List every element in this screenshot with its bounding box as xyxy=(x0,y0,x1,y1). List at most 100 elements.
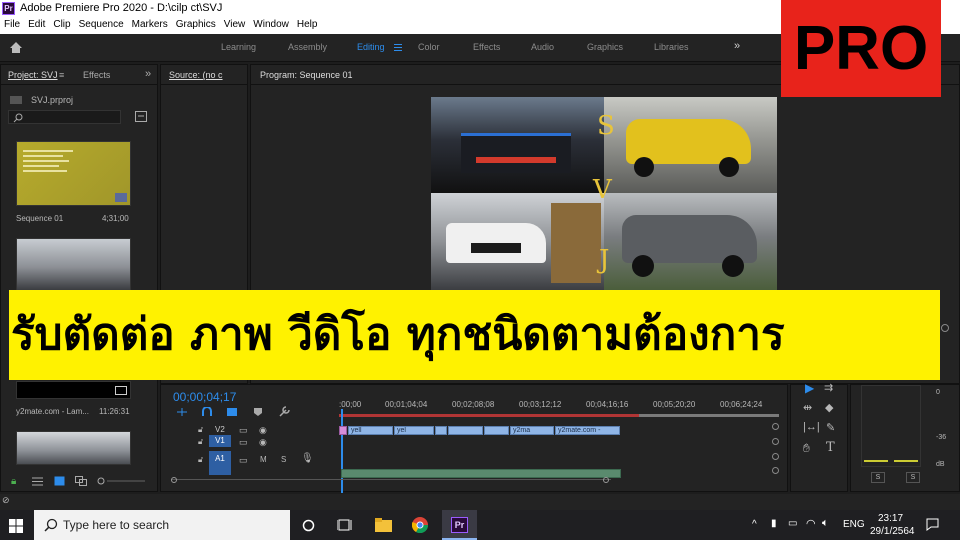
track-select-tool-icon[interactable]: ⇉ xyxy=(824,381,833,394)
menu-file[interactable]: File xyxy=(0,18,24,32)
toggle-sync-icon[interactable]: ▭ xyxy=(239,425,248,436)
wrench-icon[interactable] xyxy=(278,406,290,418)
project-search-input[interactable] xyxy=(8,110,121,124)
chevron-right-icon[interactable]: » xyxy=(145,68,151,80)
lock-icon[interactable]: 🔒︎ xyxy=(11,476,16,487)
language-indicator[interactable]: ENG xyxy=(843,519,865,530)
list-view-icon[interactable] xyxy=(32,477,43,486)
eye-icon[interactable]: ◉ xyxy=(259,425,267,436)
v1-clip[interactable] xyxy=(435,426,447,435)
workspace-learning[interactable]: Learning xyxy=(221,42,256,52)
wifi-icon[interactable]: ◠ xyxy=(806,517,816,530)
tab-effects[interactable]: Effects xyxy=(83,70,110,80)
solo-button[interactable]: S xyxy=(281,455,286,464)
v1-clip[interactable]: yell xyxy=(348,426,393,435)
solo-right-button[interactable]: S xyxy=(906,472,920,483)
hand-tool-icon[interactable]: ✋︎ xyxy=(803,441,810,456)
freeform-view-icon[interactable] xyxy=(75,476,87,486)
menu-clip[interactable]: Clip xyxy=(49,18,74,32)
linked-selection-icon[interactable] xyxy=(226,407,238,417)
tab-program[interactable]: Program: Sequence 01 xyxy=(260,70,353,80)
sequence-thumbnail[interactable] xyxy=(16,141,131,206)
clock-date[interactable]: 29/1/2564 xyxy=(870,526,915,537)
icon-view-icon[interactable] xyxy=(54,476,65,486)
track-label-v2[interactable]: V2 xyxy=(215,425,225,434)
windows-start-icon[interactable] xyxy=(9,519,23,533)
eye-icon[interactable]: ◉ xyxy=(259,437,267,448)
track-label-v1[interactable]: V1 xyxy=(209,435,231,447)
v1-clip[interactable]: y2mate.com - xyxy=(555,426,620,435)
v1-clip[interactable] xyxy=(339,426,347,435)
toggle-sync-icon[interactable]: ▭ xyxy=(239,437,248,448)
snap-icon[interactable] xyxy=(201,407,213,417)
home-icon[interactable] xyxy=(9,41,23,54)
toggle-sync-icon[interactable]: ▭ xyxy=(239,455,248,466)
workspace-libraries[interactable]: Libraries xyxy=(654,42,689,52)
a1-clip[interactable] xyxy=(341,469,621,478)
v1-clip[interactable] xyxy=(448,426,483,435)
track-height-handle[interactable] xyxy=(772,423,779,430)
workspace-editing[interactable]: Editing xyxy=(357,42,385,52)
marker-icon[interactable] xyxy=(253,407,263,417)
program-monitor[interactable]: S V J xyxy=(431,97,777,290)
slip-tool-icon[interactable]: |↔| xyxy=(803,421,820,433)
nest-icon[interactable] xyxy=(176,407,188,417)
workspace-audio[interactable]: Audio xyxy=(531,42,554,52)
clip-thumbnail[interactable] xyxy=(16,431,131,465)
chevron-right-icon[interactable]: » xyxy=(734,40,740,52)
new-bin-icon[interactable] xyxy=(135,111,147,122)
scrub-handle[interactable] xyxy=(941,324,949,332)
task-view-icon[interactable] xyxy=(337,518,352,532)
chevron-up-icon[interactable]: ^ xyxy=(752,519,757,530)
clip-thumbnail[interactable] xyxy=(16,238,131,291)
tab-project[interactable]: Project: SVJ xyxy=(8,70,58,80)
time-ruler[interactable]: :00;00 00;01;04;04 00;02;08;08 00;03;12;… xyxy=(339,395,784,413)
mute-button[interactable]: M xyxy=(260,455,267,464)
solo-left-button[interactable]: S xyxy=(871,472,885,483)
volume-icon[interactable]: 🔈︎ xyxy=(822,517,829,530)
menu-markers[interactable]: Markers xyxy=(128,18,172,32)
file-explorer-icon[interactable] xyxy=(375,518,392,532)
track-height-handle[interactable] xyxy=(772,453,779,460)
workspace-menu-icon[interactable] xyxy=(394,44,402,51)
workspace-color[interactable]: Color xyxy=(418,42,440,52)
v1-clip[interactable]: yel xyxy=(394,426,434,435)
lock-icon[interactable]: 🔓︎ xyxy=(198,425,203,435)
taskbar-search-box[interactable]: Type here to search xyxy=(34,510,290,540)
menu-edit[interactable]: Edit xyxy=(24,18,49,32)
clock-time[interactable]: 23:17 xyxy=(878,513,903,524)
track-height-handle[interactable] xyxy=(772,467,779,474)
pen-tool-icon[interactable]: ✎ xyxy=(826,421,835,434)
v1-clip[interactable]: y2ma xyxy=(510,426,554,435)
menu-graphics[interactable]: Graphics xyxy=(172,18,220,32)
menu-sequence[interactable]: Sequence xyxy=(75,18,128,32)
track-label-a1[interactable]: A1 xyxy=(209,451,231,475)
menu-window[interactable]: Window xyxy=(249,18,293,32)
zoom-slider[interactable] xyxy=(97,477,147,485)
workspace-assembly[interactable]: Assembly xyxy=(288,42,327,52)
timeline-timecode[interactable]: 00;00;04;17 xyxy=(173,390,236,404)
menu-view[interactable]: View xyxy=(220,18,250,32)
notifications-icon[interactable] xyxy=(926,518,939,531)
microphone-icon[interactable]: 🎙︎ xyxy=(301,453,314,464)
chrome-icon[interactable] xyxy=(412,517,428,533)
v1-clip[interactable] xyxy=(484,426,509,435)
usb-icon[interactable]: ▮ xyxy=(771,518,777,529)
menu-help[interactable]: Help xyxy=(293,18,322,32)
razor-tool-icon[interactable]: ◆ xyxy=(825,401,833,414)
lock-icon[interactable]: 🔓︎ xyxy=(198,455,203,465)
workspace-effects[interactable]: Effects xyxy=(473,42,500,52)
timeline-scrollbar[interactable] xyxy=(171,477,611,485)
workspace-graphics[interactable]: Graphics xyxy=(587,42,623,52)
tab-source[interactable]: Source: (no c xyxy=(169,70,223,80)
battery-icon[interactable]: ▭ xyxy=(788,518,797,529)
type-tool-icon[interactable]: T xyxy=(826,440,835,455)
track-height-handle[interactable] xyxy=(772,438,779,445)
lock-icon[interactable]: 🔓︎ xyxy=(198,437,203,447)
panel-menu-icon[interactable]: ≡ xyxy=(59,70,64,80)
cortana-icon[interactable] xyxy=(302,519,315,532)
premiere-taskbar-button[interactable]: Pr xyxy=(442,510,477,540)
ripple-edit-tool-icon[interactable]: ⇹ xyxy=(803,401,812,414)
clip-thumbnail[interactable] xyxy=(16,381,131,399)
selection-tool-icon[interactable]: ▶ xyxy=(805,381,814,395)
